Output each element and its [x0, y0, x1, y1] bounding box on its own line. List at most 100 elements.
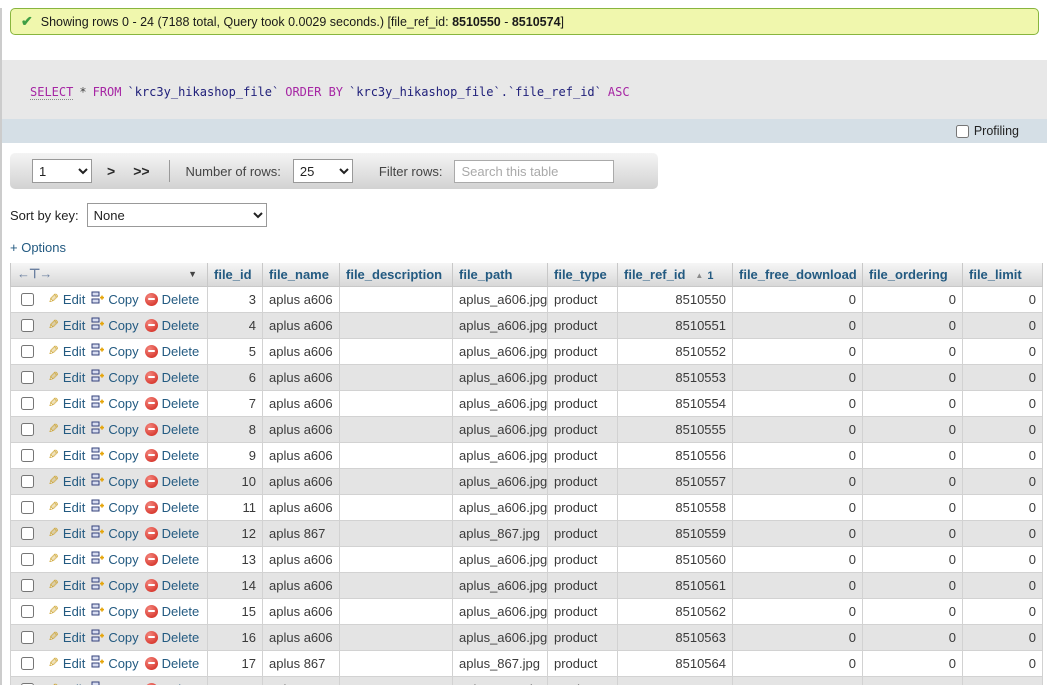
column-options-caret-icon[interactable]: ▼: [188, 269, 197, 279]
row-checkbox[interactable]: [21, 630, 34, 644]
row-checkbox[interactable]: [21, 422, 34, 436]
sort-by-key-select[interactable]: None: [86, 203, 267, 227]
copy-link[interactable]: Copy: [91, 317, 139, 333]
column-header-file-ref-id[interactable]: file_ref_id ▲ 1: [617, 263, 733, 287]
table-row: ✎ Edit Copy Delete 14 aplus a606 aplus_a6…: [10, 571, 1043, 599]
row-checkbox[interactable]: [21, 370, 34, 384]
copy-insert-icon: [91, 291, 105, 307]
cell-file-type: product: [547, 675, 618, 685]
cell-file-type: product: [547, 493, 618, 521]
row-checkbox[interactable]: [21, 448, 34, 462]
copy-link[interactable]: Copy: [91, 499, 139, 515]
profiling-checkbox[interactable]: [955, 124, 969, 138]
edit-link[interactable]: ✎Edit: [48, 499, 85, 515]
delete-link[interactable]: Delete: [144, 526, 199, 541]
row-checkbox[interactable]: [21, 578, 34, 592]
copy-link[interactable]: Copy: [91, 603, 139, 619]
edit-link[interactable]: ✎Edit: [48, 629, 85, 645]
sort-ascending-icon: ▲: [695, 270, 704, 280]
row-checkbox[interactable]: [21, 604, 34, 618]
edit-link[interactable]: ✎Edit: [48, 395, 85, 411]
cell-file-name: aplus a606: [262, 441, 340, 469]
edit-link[interactable]: ✎Edit: [48, 369, 85, 385]
sql-keyword-select[interactable]: SELECT: [30, 85, 74, 100]
row-checkbox[interactable]: [21, 552, 34, 566]
row-checkbox[interactable]: [21, 474, 34, 488]
row-checkbox[interactable]: [21, 500, 34, 514]
column-header-file-description[interactable]: file_description: [339, 263, 453, 287]
edit-link[interactable]: ✎Edit: [48, 473, 85, 489]
delete-link[interactable]: Delete: [144, 292, 199, 307]
delete-link[interactable]: Delete: [144, 552, 199, 567]
copy-insert-icon: [91, 473, 105, 489]
copy-link[interactable]: Copy: [91, 369, 139, 385]
column-header-file-limit[interactable]: file_limit: [962, 263, 1043, 287]
delete-link[interactable]: Delete: [144, 422, 199, 437]
edit-link[interactable]: ✎Edit: [48, 577, 85, 593]
last-page-button[interactable]: >>: [130, 163, 152, 179]
copy-link[interactable]: Copy: [91, 551, 139, 567]
row-checkbox[interactable]: [21, 344, 34, 358]
row-checkbox[interactable]: [21, 526, 34, 540]
cell-file-path: aplus_867.jpg: [452, 519, 548, 547]
delete-link[interactable]: Delete: [144, 682, 199, 685]
copy-link[interactable]: Copy: [91, 681, 139, 685]
options-toggle-link[interactable]: + Options: [10, 240, 66, 255]
move-columns-icon[interactable]: ←⊤→: [17, 266, 52, 282]
edit-link[interactable]: ✎Edit: [48, 681, 85, 685]
delete-link[interactable]: Delete: [144, 370, 199, 385]
row-actions-cell: ✎Edit Copy Delete: [10, 389, 208, 417]
delete-link[interactable]: Delete: [144, 656, 199, 671]
copy-link[interactable]: Copy: [91, 291, 139, 307]
cell-file-ref-id: 8510563: [617, 623, 733, 651]
page-select[interactable]: 1: [32, 159, 92, 183]
edit-link[interactable]: ✎Edit: [48, 421, 85, 437]
edit-link[interactable]: ✎Edit: [48, 525, 85, 541]
delete-link[interactable]: Delete: [144, 500, 199, 515]
copy-link[interactable]: Copy: [91, 447, 139, 463]
copy-link[interactable]: Copy: [91, 473, 139, 489]
copy-link[interactable]: Copy: [91, 421, 139, 437]
next-page-button[interactable]: >: [104, 163, 118, 179]
delete-link[interactable]: Delete: [144, 396, 199, 411]
sql-keyword-from: FROM: [92, 85, 122, 99]
delete-link[interactable]: Delete: [144, 630, 199, 645]
cell-file-free-download: 0: [732, 389, 863, 417]
cell-file-ordering: 0: [862, 285, 963, 313]
column-header-file-id[interactable]: file_id: [207, 263, 263, 287]
column-header-file-path[interactable]: file_path: [452, 263, 548, 287]
delete-link[interactable]: Delete: [144, 604, 199, 619]
filter-rows-input[interactable]: [454, 159, 615, 183]
row-checkbox[interactable]: [21, 396, 34, 410]
profiling-toggle[interactable]: Profiling: [955, 124, 1019, 138]
column-header-file-name[interactable]: file_name: [262, 263, 340, 287]
delete-link[interactable]: Delete: [144, 474, 199, 489]
delete-link[interactable]: Delete: [144, 344, 199, 359]
copy-link[interactable]: Copy: [91, 525, 139, 541]
column-header-file-free-download[interactable]: file_free_download: [732, 263, 863, 287]
cell-file-description: [339, 623, 453, 651]
column-header-file-ordering[interactable]: file_ordering: [862, 263, 963, 287]
edit-link[interactable]: ✎Edit: [48, 343, 85, 359]
copy-link[interactable]: Copy: [91, 343, 139, 359]
delete-link[interactable]: Delete: [144, 578, 199, 593]
copy-link[interactable]: Copy: [91, 655, 139, 671]
edit-link[interactable]: ✎Edit: [48, 603, 85, 619]
delete-link[interactable]: Delete: [144, 318, 199, 333]
row-checkbox[interactable]: [21, 656, 34, 670]
copy-link[interactable]: Copy: [91, 577, 139, 593]
copy-link[interactable]: Copy: [91, 629, 139, 645]
cell-file-id: 11: [207, 493, 263, 521]
edit-link[interactable]: ✎Edit: [48, 447, 85, 463]
number-of-rows-select[interactable]: 25: [292, 159, 353, 183]
column-header-file-type[interactable]: file_type: [547, 263, 618, 287]
row-checkbox[interactable]: [21, 318, 34, 332]
edit-link[interactable]: ✎Edit: [48, 291, 85, 307]
edit-link[interactable]: ✎Edit: [48, 655, 85, 671]
edit-link[interactable]: ✎Edit: [48, 551, 85, 567]
edit-link[interactable]: ✎Edit: [48, 317, 85, 333]
row-checkbox[interactable]: [21, 292, 34, 306]
copy-link[interactable]: Copy: [91, 395, 139, 411]
delete-link[interactable]: Delete: [144, 448, 199, 463]
cell-file-free-download: 0: [732, 467, 863, 495]
